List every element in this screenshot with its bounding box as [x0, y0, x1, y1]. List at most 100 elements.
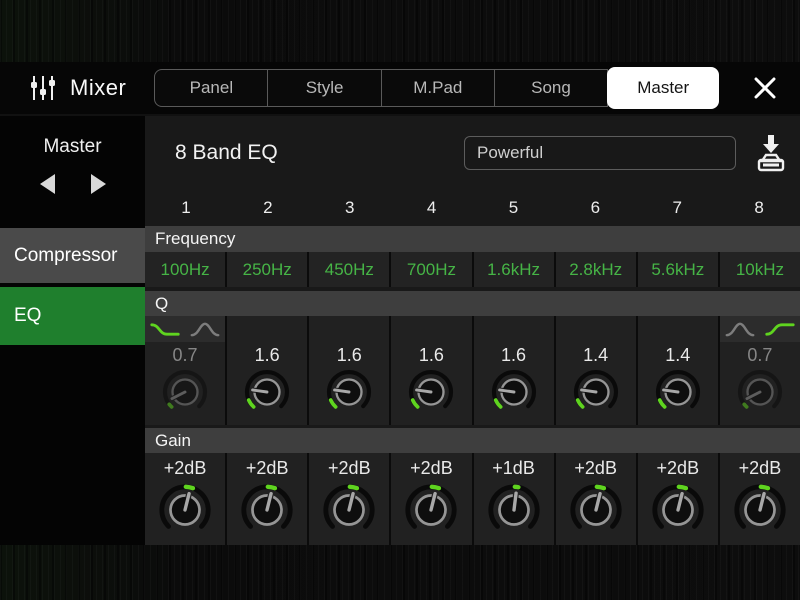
knob-graphic [156, 480, 214, 540]
q-control-band-7[interactable]: 1.4 [638, 316, 718, 425]
sidebar-item-compressor[interactable]: Compressor [0, 228, 145, 283]
gain-control-band-7[interactable]: +2dB [638, 453, 718, 545]
gain-control-band-4[interactable]: +2dB [391, 453, 471, 545]
q-value: 1.6 [337, 344, 362, 366]
eq-type-title: 8 Band EQ [175, 141, 278, 165]
knob-graphic [571, 366, 621, 418]
q-value: 1.4 [665, 344, 690, 366]
gain-knob[interactable] [731, 480, 789, 540]
band-number: 5 [473, 190, 555, 226]
content-area: Master Compressor EQ 8 Band EQ Powerful [0, 116, 800, 545]
q-knob[interactable] [406, 366, 456, 418]
tab-master[interactable]: Master [607, 67, 719, 109]
band-number: 4 [391, 190, 473, 226]
filter-type-selector [145, 316, 225, 342]
tab-panel[interactable]: Panel [154, 69, 268, 107]
tab-mpad[interactable]: M.Pad [381, 69, 495, 107]
high-shelf-icon[interactable] [764, 321, 796, 338]
q-control-band-3[interactable]: 1.6 [309, 316, 389, 425]
q-knob[interactable] [324, 366, 374, 418]
preset-name: Powerful [477, 143, 543, 163]
knob-graphic [649, 480, 707, 540]
q-knob[interactable] [242, 366, 292, 418]
gain-value: +2dB [328, 456, 371, 480]
band-number: 2 [227, 190, 309, 226]
filter-type-selector [720, 316, 800, 342]
frequency-value[interactable]: 10kHz [720, 252, 800, 287]
tab-style[interactable]: Style [267, 69, 381, 107]
band-number: 1 [145, 190, 227, 226]
frequency-row-header: Frequency [145, 226, 800, 252]
gain-knob[interactable] [485, 480, 543, 540]
gain-control-band-5[interactable]: +1dB [474, 453, 554, 545]
gain-value: +2dB [164, 456, 207, 480]
knob-graphic [567, 480, 625, 540]
gain-control-band-1[interactable]: +2dB [145, 453, 225, 545]
frequency-value[interactable]: 700Hz [391, 252, 471, 287]
mixer-faders-icon [30, 74, 56, 102]
frequency-value[interactable]: 450Hz [309, 252, 389, 287]
left-arrow-icon[interactable] [40, 174, 55, 194]
q-knob[interactable] [571, 366, 621, 418]
frequency-value[interactable]: 5.6kHz [638, 252, 718, 287]
band-number: 3 [309, 190, 391, 226]
frequency-value[interactable]: 2.8kHz [556, 252, 636, 287]
gain-knob[interactable] [156, 480, 214, 540]
q-control-band-6[interactable]: 1.4 [556, 316, 636, 425]
gain-value: +1dB [492, 456, 535, 480]
peak-icon[interactable] [189, 321, 221, 338]
sidebar-item-label: EQ [14, 305, 41, 327]
mixer-tabs: Panel Style M.Pad Song Master [154, 69, 719, 107]
gain-control-band-3[interactable]: +2dB [309, 453, 389, 545]
knob-graphic [320, 480, 378, 540]
preset-selector[interactable]: Powerful [464, 136, 736, 170]
q-control-band-1[interactable]: 0.7 [145, 316, 225, 425]
gain-knob[interactable] [402, 480, 460, 540]
knob-graphic [406, 366, 456, 418]
band-number: 8 [718, 190, 800, 226]
peak-icon[interactable] [724, 321, 756, 338]
band-numbers-row: 1 2 3 4 5 6 7 8 [145, 190, 800, 226]
gain-value: +2dB [410, 456, 453, 480]
gain-knob[interactable] [649, 480, 707, 540]
right-arrow-icon[interactable] [91, 174, 106, 194]
q-value: 1.4 [583, 344, 608, 366]
q-knob[interactable] [160, 366, 210, 418]
low-shelf-icon[interactable] [149, 321, 181, 338]
q-control-band-8[interactable]: 0.7 [720, 316, 800, 425]
gain-knob[interactable] [320, 480, 378, 540]
mixer-screen: Mixer Panel Style M.Pad Song Master Mast… [0, 0, 800, 600]
band-number: 7 [636, 190, 718, 226]
knob-graphic [489, 366, 539, 418]
q-knob[interactable] [489, 366, 539, 418]
knob-graphic [242, 366, 292, 418]
gain-knob[interactable] [238, 480, 296, 540]
knob-graphic [238, 480, 296, 540]
q-value: 1.6 [419, 344, 444, 366]
q-value: 1.6 [501, 344, 526, 366]
q-control-band-4[interactable]: 1.6 [391, 316, 471, 425]
page-title: Mixer [70, 75, 126, 101]
gain-control-band-6[interactable]: +2dB [556, 453, 636, 545]
band-number: 6 [554, 190, 636, 226]
q-control-band-5[interactable]: 1.6 [474, 316, 554, 425]
frequency-value[interactable]: 100Hz [145, 252, 225, 287]
part-selector-label: Master [0, 136, 145, 158]
knob-graphic [735, 366, 785, 418]
close-button[interactable] [752, 75, 778, 101]
q-control-band-2[interactable]: 1.6 [227, 316, 307, 425]
sidebar-item-eq[interactable]: EQ [0, 287, 145, 345]
frequency-value[interactable]: 1.6kHz [474, 252, 554, 287]
gain-control-band-8[interactable]: +2dB [720, 453, 800, 545]
gain-knob[interactable] [567, 480, 625, 540]
tab-song[interactable]: Song [494, 69, 608, 107]
save-button[interactable] [754, 133, 788, 173]
gain-value: +2dB [657, 456, 700, 480]
q-knob[interactable] [735, 366, 785, 418]
frequency-value[interactable]: 250Hz [227, 252, 307, 287]
eq-header: 8 Band EQ Powerful [145, 116, 800, 190]
gain-control-band-2[interactable]: +2dB [227, 453, 307, 545]
knob-graphic [485, 480, 543, 540]
q-knob[interactable] [653, 366, 703, 418]
knob-graphic [324, 366, 374, 418]
